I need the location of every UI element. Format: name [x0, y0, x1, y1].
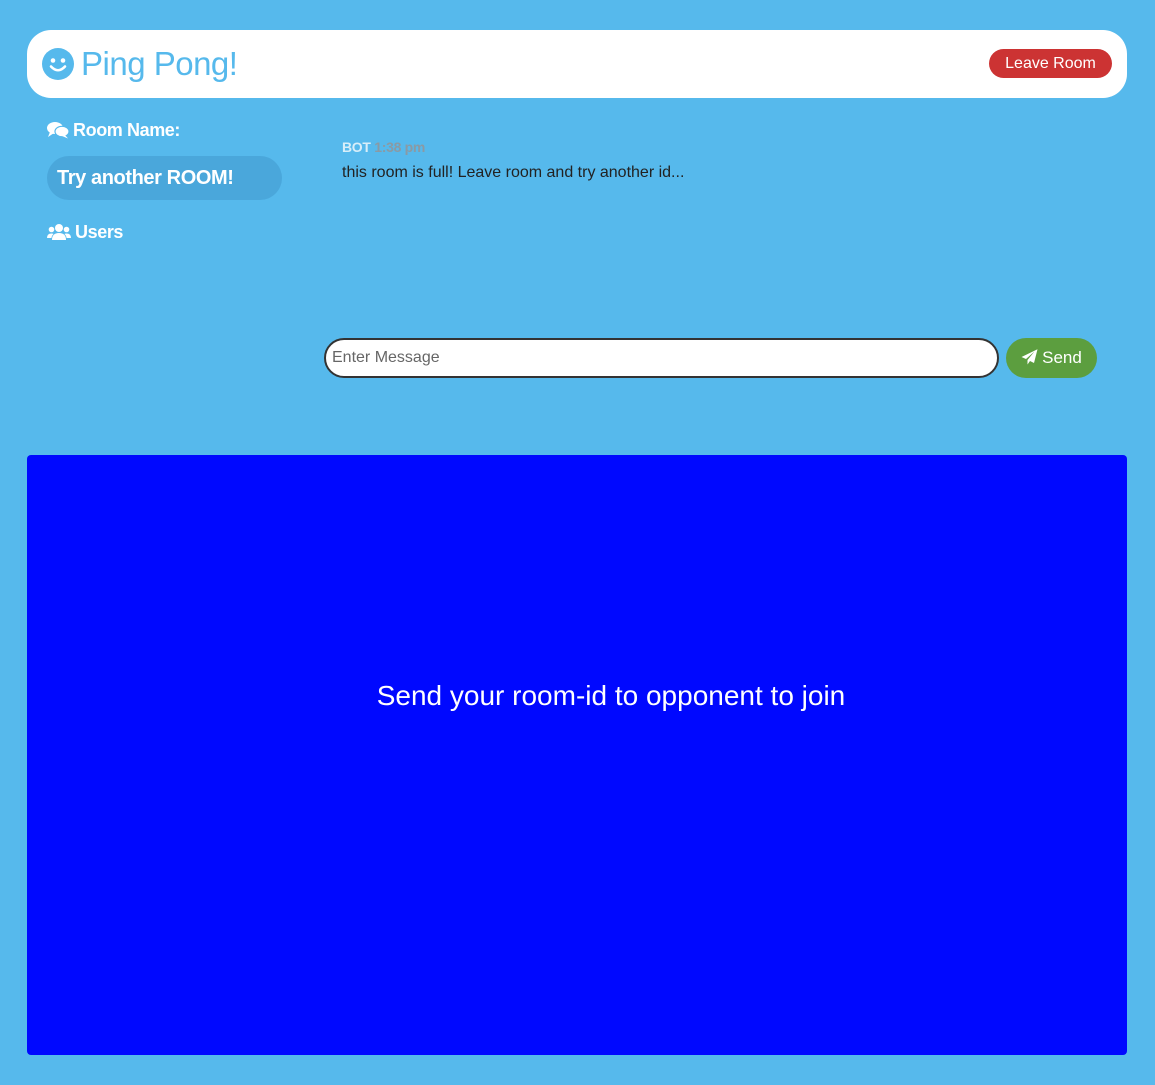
message-text: this room is full! Leave room and try an… [342, 164, 685, 181]
room-name-heading: Room Name: [47, 118, 180, 142]
room-name-value: Try another ROOM! [47, 156, 282, 200]
users-heading: Users [47, 220, 123, 244]
room-name-label: Room Name: [73, 120, 181, 140]
message-time: 1:38 pm [374, 139, 426, 155]
paper-plane-icon [1021, 349, 1038, 365]
message-author: BOT [342, 139, 371, 155]
app-header: Ping Pong! Leave Room [27, 30, 1127, 98]
send-button[interactable]: Send [1006, 338, 1097, 378]
message-meta: BOT 1:38 pm [342, 138, 1042, 156]
users-icon [47, 224, 71, 240]
leave-room-button[interactable]: Leave Room [989, 49, 1112, 78]
app-title: Ping Pong! [81, 45, 238, 82]
chat-message: BOT 1:38 pm this room is full! Leave roo… [342, 138, 1042, 183]
comments-icon [47, 122, 70, 139]
message-input[interactable] [324, 338, 999, 378]
users-label: Users [75, 222, 124, 242]
send-label: Send [1042, 348, 1082, 367]
game-status-message: Send your room-id to opponent to join [376, 680, 846, 711]
smile-icon [42, 48, 74, 80]
game-canvas[interactable]: Send your room-id to opponent to join [27, 455, 1127, 1055]
